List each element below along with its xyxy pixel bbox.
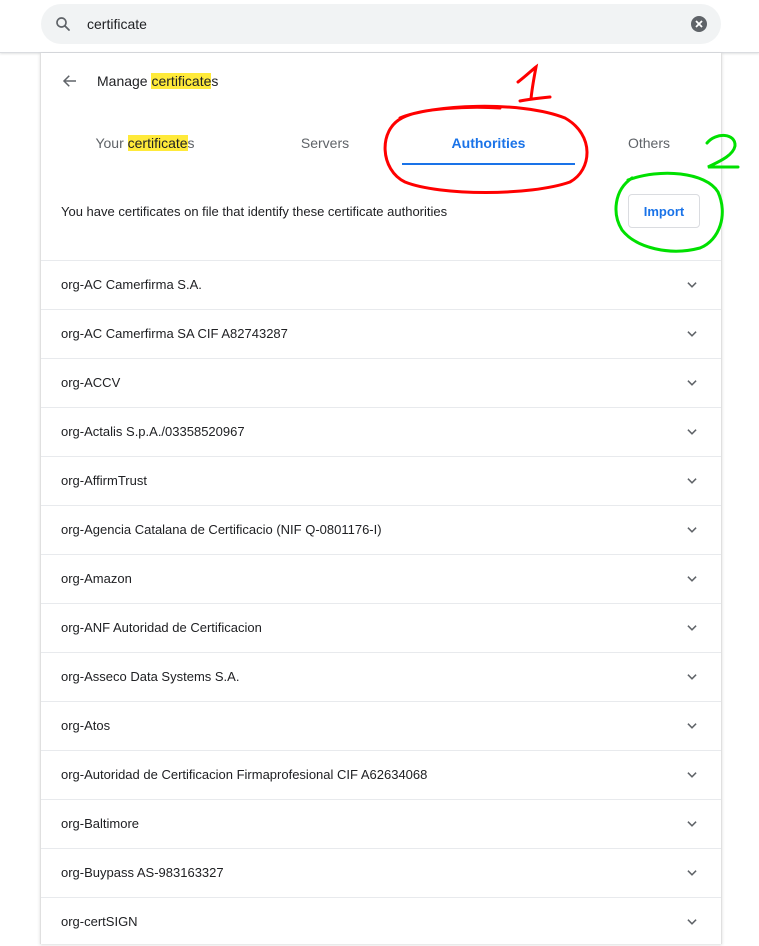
tab-servers[interactable]: Servers — [245, 123, 405, 165]
import-button[interactable]: Import — [628, 194, 700, 228]
chevron-down-icon[interactable] — [685, 474, 699, 488]
chevron-down-icon[interactable] — [685, 376, 699, 390]
tab-bar: Your certificates Servers Authorities Ot… — [41, 123, 721, 165]
authority-name: org-Buypass AS-983163327 — [61, 865, 224, 880]
authority-row[interactable]: org-Amazon — [41, 554, 721, 603]
page-title: Manage certificates — [97, 72, 218, 90]
page-header: Manage certificates — [41, 53, 721, 109]
chevron-down-icon[interactable] — [685, 621, 699, 635]
top-bar: certificate — [0, 0, 759, 53]
tab-authorities[interactable]: Authorities — [402, 123, 575, 165]
chevron-down-icon[interactable] — [685, 768, 699, 782]
authority-name: org-AC Camerfirma SA CIF A82743287 — [61, 326, 288, 341]
authority-name: org-Actalis S.p.A./03358520967 — [61, 424, 245, 439]
authority-row[interactable]: org-certSIGN — [41, 897, 721, 946]
authority-row[interactable]: org-Buypass AS-983163327 — [41, 848, 721, 897]
chevron-down-icon[interactable] — [685, 425, 699, 439]
authority-name: org-AffirmTrust — [61, 473, 147, 488]
clear-search-icon[interactable] — [691, 16, 707, 32]
back-arrow-icon[interactable] — [61, 72, 79, 90]
tab-label: Servers — [300, 135, 350, 151]
authority-name: org-ANF Autoridad de Certificacion — [61, 620, 262, 635]
authority-name: org-Baltimore — [61, 816, 140, 831]
tab-label-suffix: s — [187, 135, 195, 151]
search-highlight: certificate — [127, 135, 188, 151]
chevron-down-icon[interactable] — [685, 670, 699, 684]
authority-name: org-Amazon — [61, 571, 132, 586]
search-highlight: certificate — [151, 73, 212, 89]
authority-row[interactable]: org-Baltimore — [41, 799, 721, 848]
tab-label: Others — [627, 135, 670, 151]
tab-label: Authorities — [451, 135, 526, 151]
authority-row[interactable]: org-Atos — [41, 701, 721, 750]
authority-name: org-certSIGN — [61, 914, 138, 929]
authorities-list: org-AC Camerfirma S.A. org-AC Camerfirma … — [41, 260, 721, 946]
chevron-down-icon[interactable] — [685, 817, 699, 831]
chevron-down-icon[interactable] — [685, 719, 699, 733]
certificates-card: Manage certificates Your certificates Se… — [40, 53, 722, 944]
authority-row[interactable]: org-Actalis S.p.A./03358520967 — [41, 407, 721, 456]
authority-row[interactable]: org-ACCV — [41, 358, 721, 407]
authority-name: org-Agencia Catalana de Certificacio (NI… — [61, 522, 382, 537]
authority-name: org-Autoridad de Certificacion Firmaprof… — [61, 767, 428, 782]
chevron-down-icon[interactable] — [685, 523, 699, 537]
authority-row[interactable]: org-Asseco Data Systems S.A. — [41, 652, 721, 701]
search-icon — [56, 17, 70, 31]
search-box[interactable]: certificate — [41, 4, 721, 44]
active-tab-indicator — [402, 163, 575, 165]
authority-row[interactable]: org-ANF Autoridad de Certificacion — [41, 603, 721, 652]
authority-name: org-Asseco Data Systems S.A. — [61, 669, 240, 684]
authority-row[interactable]: org-AC Camerfirma S.A. — [41, 260, 721, 309]
tab-label: Your — [95, 135, 128, 151]
chevron-down-icon[interactable] — [685, 572, 699, 586]
authorities-description: You have certificates on file that ident… — [61, 204, 448, 219]
search-input[interactable]: certificate — [87, 15, 147, 33]
chevron-down-icon[interactable] — [685, 866, 699, 880]
title-text-suffix: s — [211, 73, 219, 89]
chevron-down-icon[interactable] — [685, 278, 699, 292]
chevron-down-icon[interactable] — [685, 327, 699, 341]
tab-your-certificates[interactable]: Your certificates — [65, 123, 225, 165]
tab-others[interactable]: Others — [569, 123, 729, 165]
authority-row[interactable]: org-Autoridad de Certificacion Firmaprof… — [41, 750, 721, 799]
authority-row[interactable]: org-AC Camerfirma SA CIF A82743287 — [41, 309, 721, 358]
authority-row[interactable]: org-AffirmTrust — [41, 456, 721, 505]
chevron-down-icon[interactable] — [685, 915, 699, 929]
authority-name: org-Atos — [61, 718, 111, 733]
authority-name: org-AC Camerfirma S.A. — [61, 277, 202, 292]
authority-name: org-ACCV — [61, 375, 121, 390]
title-text: Manage — [97, 73, 152, 89]
authority-row[interactable]: org-Agencia Catalana de Certificacio (NI… — [41, 505, 721, 554]
